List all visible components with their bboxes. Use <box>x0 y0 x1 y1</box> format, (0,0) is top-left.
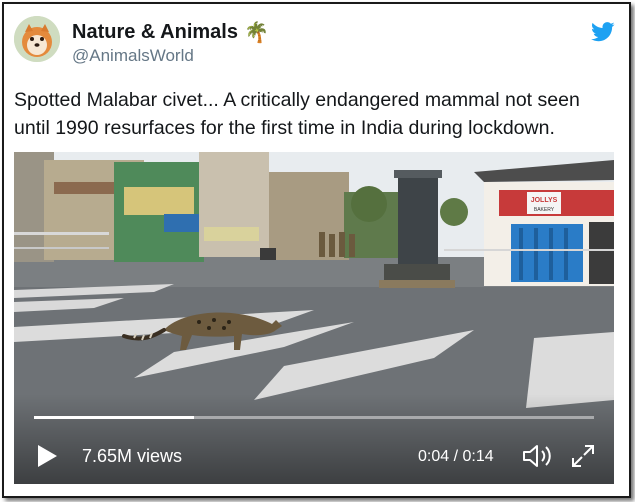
fullscreen-button[interactable] <box>569 442 597 475</box>
volume-icon <box>523 445 551 467</box>
play-button[interactable] <box>36 444 58 468</box>
shop-sign-name: JOLLYS <box>531 197 558 204</box>
tweet-card: Nature & Animals 🌴 @AnimalsWorld Spotted… <box>2 2 631 498</box>
progress-bar-fill <box>34 416 195 419</box>
tweet-text: Spotted Malabar civet... A critically en… <box>14 89 580 139</box>
video-player[interactable]: JOLLYS BAKERY 7.65M views 0:04 / 0:14 <box>14 152 614 484</box>
fullscreen-icon <box>572 445 594 467</box>
volume-button[interactable] <box>522 442 554 475</box>
twitter-bird-icon[interactable] <box>591 22 615 47</box>
author-avatar[interactable] <box>14 16 60 62</box>
display-name-text: Nature & Animals <box>72 21 238 43</box>
view-count: 7.65M views <box>82 446 183 466</box>
author-display-name[interactable]: Nature & Animals 🌴 <box>72 20 269 45</box>
video-timecode: 0:04 / 0:14 <box>418 448 494 465</box>
play-icon <box>38 445 57 467</box>
progress-bar[interactable] <box>34 416 594 419</box>
dog-avatar-icon <box>14 16 60 62</box>
palm-tree-emoji: 🌴 <box>243 22 269 44</box>
author-handle[interactable]: @AnimalsWorld <box>72 46 194 66</box>
shop-sign-type: BAKERY <box>534 207 555 213</box>
